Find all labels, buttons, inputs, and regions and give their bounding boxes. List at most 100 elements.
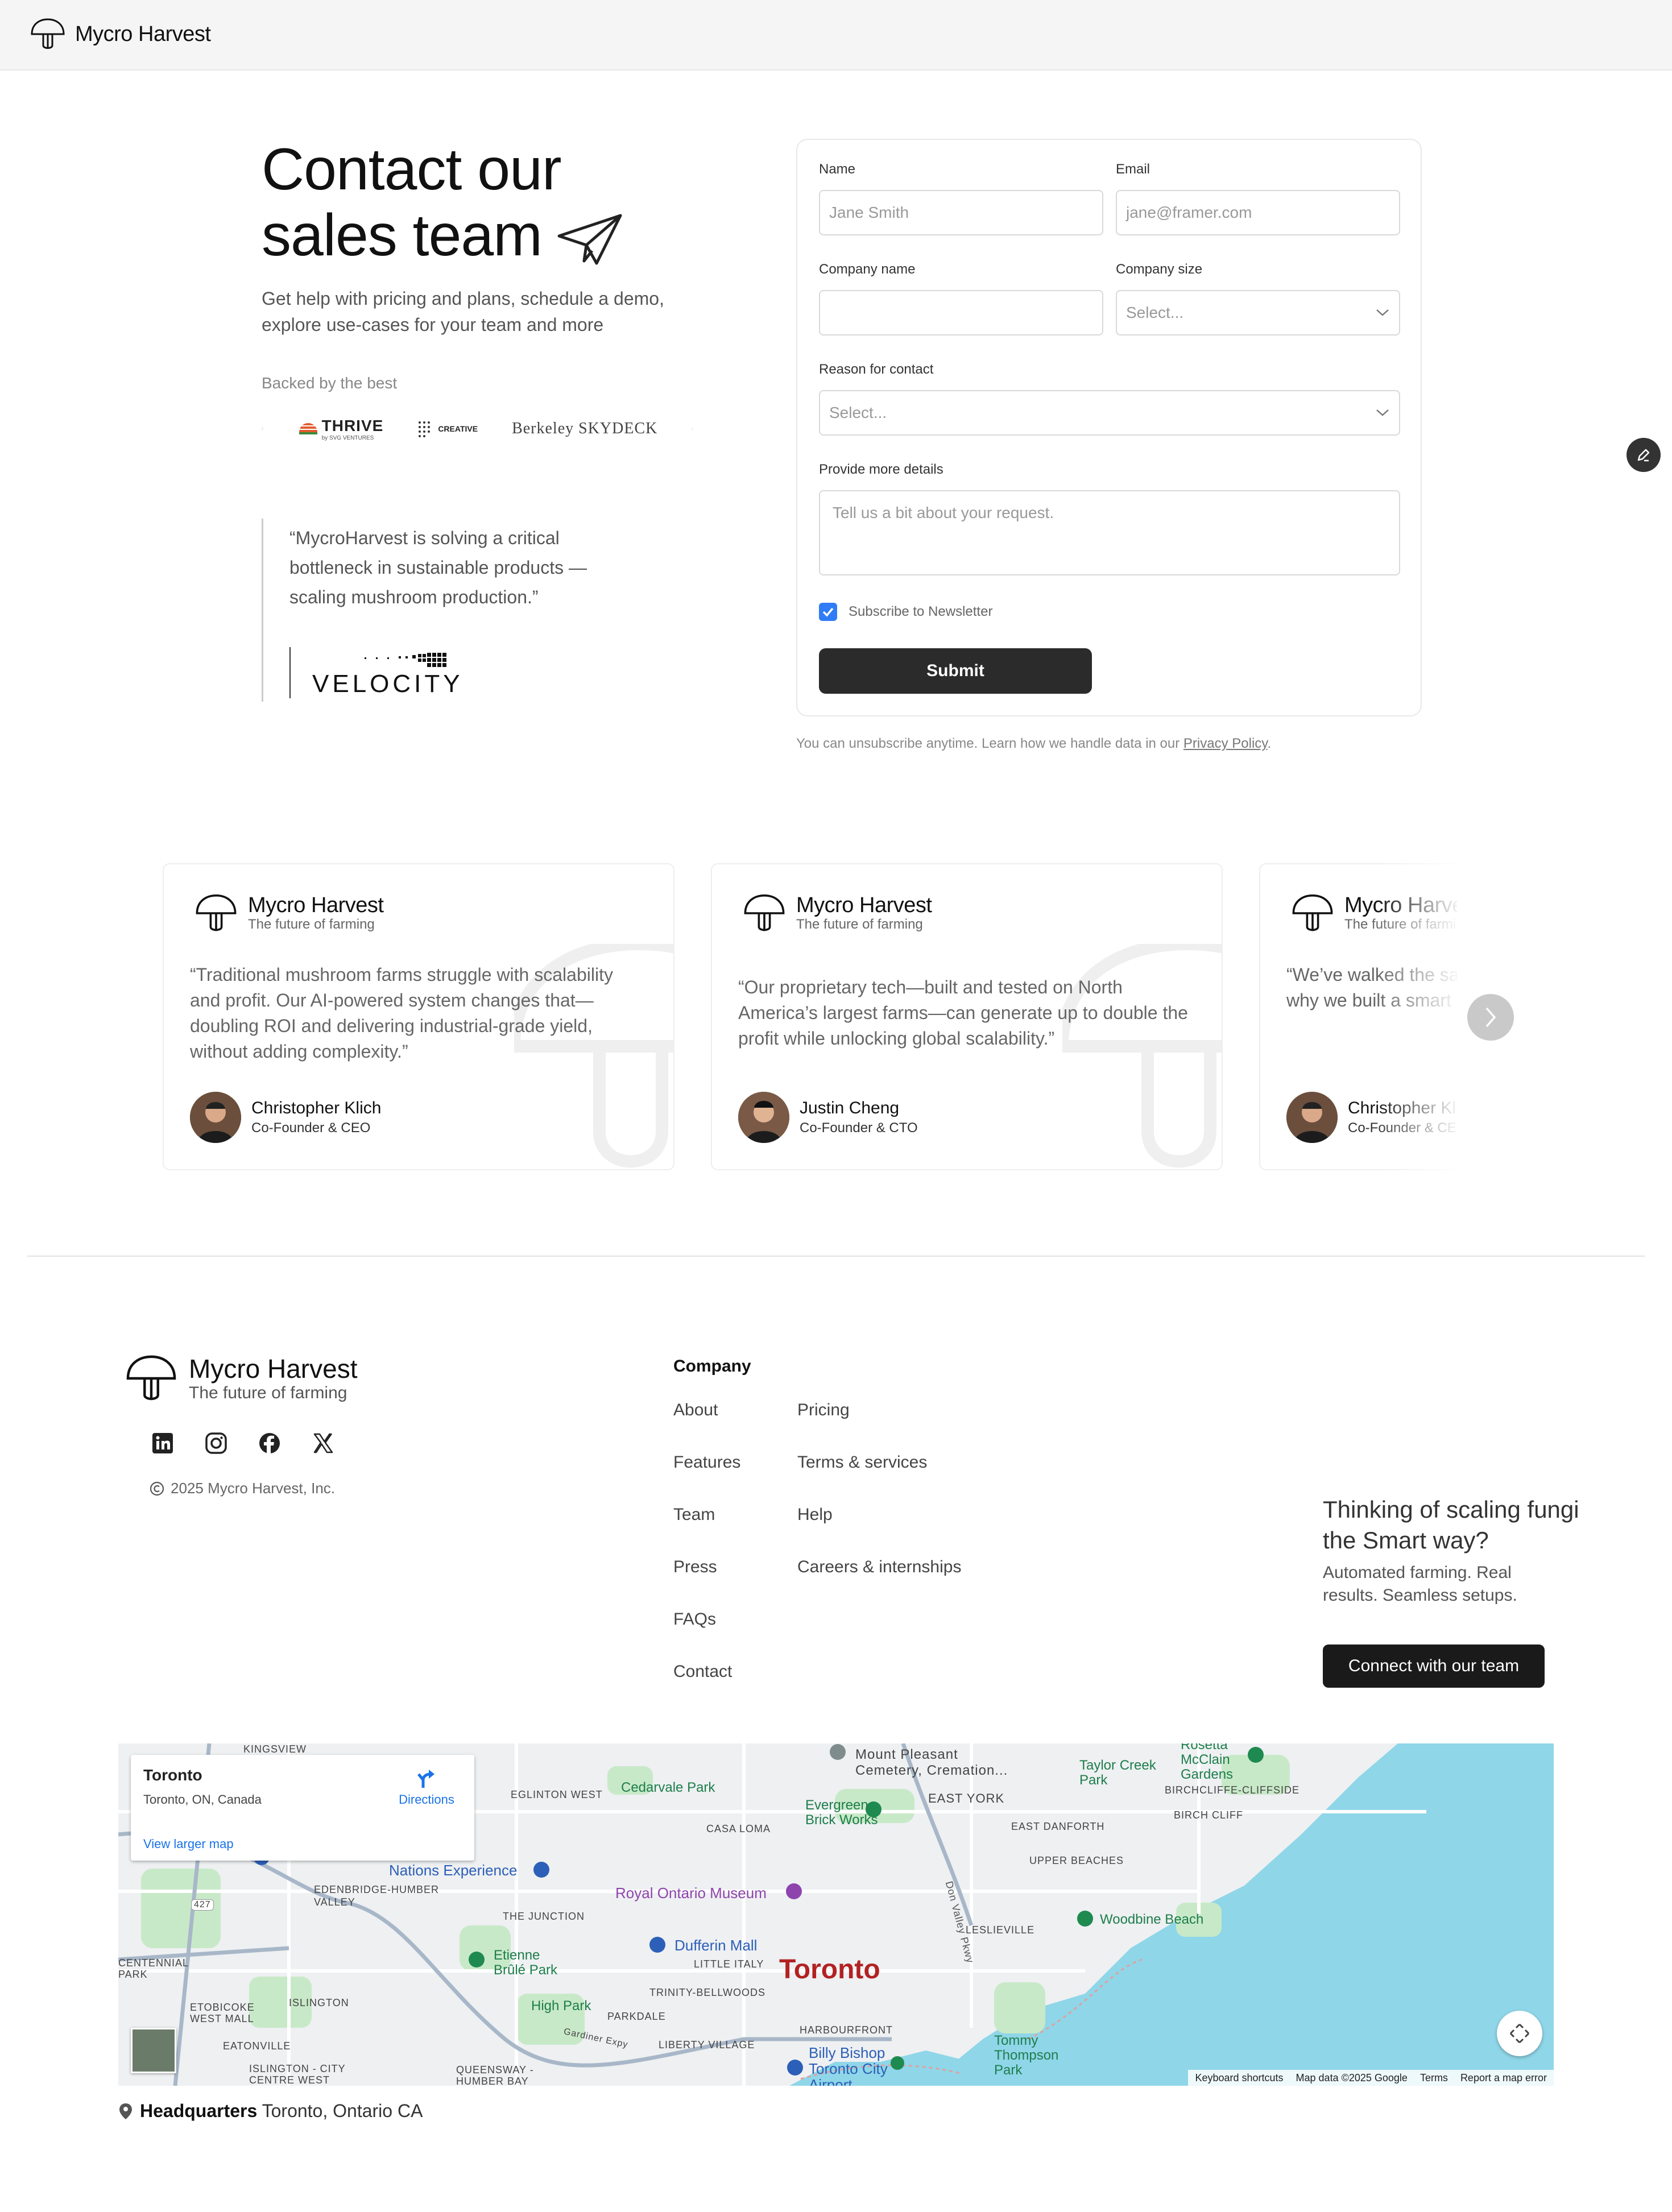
details-label: Provide more details [819, 462, 943, 477]
person-photo-icon [190, 1092, 241, 1143]
edit-button[interactable] [1627, 438, 1661, 472]
x-twitter-icon[interactable] [312, 1432, 334, 1455]
footer-link-pricing[interactable]: Pricing [797, 1402, 961, 1419]
facebook-icon[interactable] [258, 1432, 281, 1455]
company-size-value: Select... [1126, 304, 1184, 321]
company-size-select[interactable]: Select... [1116, 290, 1400, 335]
instagram-icon[interactable] [205, 1432, 227, 1455]
map-label: LESLIEVILLE [966, 1924, 1035, 1936]
details-textarea[interactable]: Tell us a bit about your request. [819, 490, 1400, 575]
sunrise-icon [299, 422, 317, 434]
person-role: Co-Founder & CTO [800, 1120, 918, 1136]
map-place-address: Toronto, ON, Canada [143, 1792, 262, 1807]
carousel-next-button[interactable] [1467, 994, 1514, 1041]
map-city-label: Toronto [779, 1954, 880, 1985]
copyright-text: 2025 Mycro Harvest, Inc. [171, 1480, 335, 1497]
map-label: Tommy Thompson Park [994, 2033, 1059, 2078]
nav-logo[interactable]: Mycro Harvest [30, 17, 211, 51]
map-label: CENTENNIAL PARK [118, 1957, 189, 1980]
expand-icon [1509, 2023, 1530, 2044]
avatar [190, 1092, 241, 1143]
map-embed[interactable]: KINGSVIEW EGLINTON WEST Cedarvale Park C… [118, 1743, 1554, 2086]
linkedin-icon[interactable] [151, 1432, 174, 1455]
map-label: BIRCHCLIFFE-CLIFFSIDE [1165, 1784, 1300, 1796]
map-directions-button[interactable]: Directions [392, 1766, 461, 1807]
map-satellite-toggle[interactable] [131, 2028, 176, 2073]
map-directions-label: Directions [399, 1792, 454, 1807]
connect-team-button[interactable]: Connect with our team [1323, 1644, 1545, 1688]
reason-value: Select... [829, 404, 887, 421]
quote-text: “MycroHarvest is solving a critical bott… [289, 528, 587, 607]
testimonial-quote: “Our proprietary tech—built and tested o… [738, 977, 1188, 1049]
mushroom-logo-icon [744, 894, 785, 931]
person-photo-icon [738, 1092, 789, 1143]
newsletter-row: Subscribe to Newsletter [819, 603, 992, 621]
chevron-down-icon [1376, 309, 1389, 316]
footer-links-col-1: About Features Team Press FAQs Contact [673, 1402, 740, 1680]
map-label: Cedarvale Park [621, 1780, 715, 1795]
testimonial-person: Christopher Klich Co-Founder & CEO [190, 1092, 381, 1143]
thrive-sub: by SVG VENTURES [321, 434, 374, 441]
footer-link-features[interactable]: Features [673, 1454, 740, 1471]
keyboard-shortcuts-link[interactable]: Keyboard shortcuts [1195, 2072, 1283, 2084]
footer-logo[interactable]: Mycro Harvest The future of farming [124, 1353, 357, 1403]
testimonial-brand: Mycro Harvest [796, 893, 932, 917]
partial-logo-icon [262, 428, 263, 430]
map-terms-link[interactable]: Terms [1420, 2072, 1448, 2084]
footer-link-terms[interactable]: Terms & services [797, 1454, 961, 1471]
company-heading: Company [673, 1357, 751, 1376]
map-attribution: Keyboard shortcuts Map data ©2025 Google… [1188, 2070, 1554, 2086]
cta-subtitle: Automated farming. Real results. Seamles… [1323, 1563, 1517, 1605]
report-map-error-link[interactable]: Report a map error [1460, 2072, 1547, 2084]
footer-link-team[interactable]: Team [673, 1506, 740, 1523]
map-label: EAST DANFORTH [1011, 1821, 1105, 1832]
person-name: Justin Cheng [800, 1099, 900, 1117]
company-name-field[interactable] [819, 290, 1103, 335]
name-field[interactable]: Jane Smith [819, 190, 1103, 235]
footer-link-contact[interactable]: Contact [673, 1663, 740, 1680]
person-name: Christopher Klich [251, 1099, 382, 1117]
copyright: 2025 Mycro Harvest, Inc. [149, 1480, 335, 1497]
title-line-2: sales team [262, 202, 543, 268]
map-label: Rosetta McClain Gardens [1181, 1743, 1234, 1782]
view-larger-map-link[interactable]: View larger map [143, 1837, 234, 1851]
directions-icon [417, 1770, 434, 1788]
hq-value: Toronto, Ontario CA [262, 2101, 423, 2121]
map-label: EGLINTON WEST [511, 1789, 603, 1800]
map-label: EAST YORK [928, 1791, 1005, 1805]
map-label: Evergreen Brick Works [805, 1797, 878, 1828]
chevron-down-icon [1376, 409, 1389, 416]
pencil-icon [1637, 449, 1650, 462]
testimonial-tagline: The future of farming [796, 917, 923, 932]
privacy-policy-link[interactable]: Privacy Policy [1183, 736, 1268, 751]
map-label: Nations Experience [389, 1862, 518, 1879]
map-place-card: Toronto Toronto, ON, Canada Directions V… [131, 1755, 474, 1861]
newsletter-checkbox[interactable] [819, 603, 837, 621]
map-label: UPPER BEACHES [1029, 1855, 1124, 1866]
email-label: Email [1116, 161, 1150, 177]
footer-link-careers[interactable]: Careers & internships [797, 1559, 961, 1576]
email-field[interactable]: jane@framer.com [1116, 190, 1400, 235]
testimonial-carousel: Mycro Harvest The future of farming “Tra… [163, 863, 1457, 1170]
location-pin-icon [119, 2103, 132, 2119]
hero-subtitle: Get help with pricing and plans, schedul… [262, 288, 664, 335]
footer-link-help[interactable]: Help [797, 1506, 961, 1523]
footer-link-about[interactable]: About [673, 1402, 740, 1419]
avatar [1286, 1092, 1338, 1143]
map-fullscreen-button[interactable] [1497, 2011, 1542, 2056]
footer-link-faqs[interactable]: FAQs [673, 1611, 740, 1628]
hq-label: Headquarters [140, 2101, 258, 2121]
map-data-text: Map data ©2025 Google [1296, 2072, 1408, 2083]
reason-select[interactable]: Select... [819, 390, 1400, 436]
submit-button[interactable]: Submit [819, 648, 1092, 694]
footer-link-press[interactable]: Press [673, 1559, 740, 1576]
berkeley-skydeck-logo: Berkeley SKYDECK [512, 420, 658, 437]
map-place-title: Toronto [143, 1766, 202, 1784]
details-placeholder: Tell us a bit about your request. [833, 504, 1054, 521]
testimonial-card: Mycro Harvest The future of farming “Tra… [163, 863, 674, 1170]
map-label: LIBERTY VILLAGE [659, 2039, 755, 2051]
map-label: PARKDALE [607, 2011, 666, 2022]
privacy-note: You can unsubscribe anytime. Learn how w… [796, 736, 1272, 751]
checkmark-icon [822, 607, 834, 617]
testimonial-tagline: The future of farming [248, 917, 375, 932]
